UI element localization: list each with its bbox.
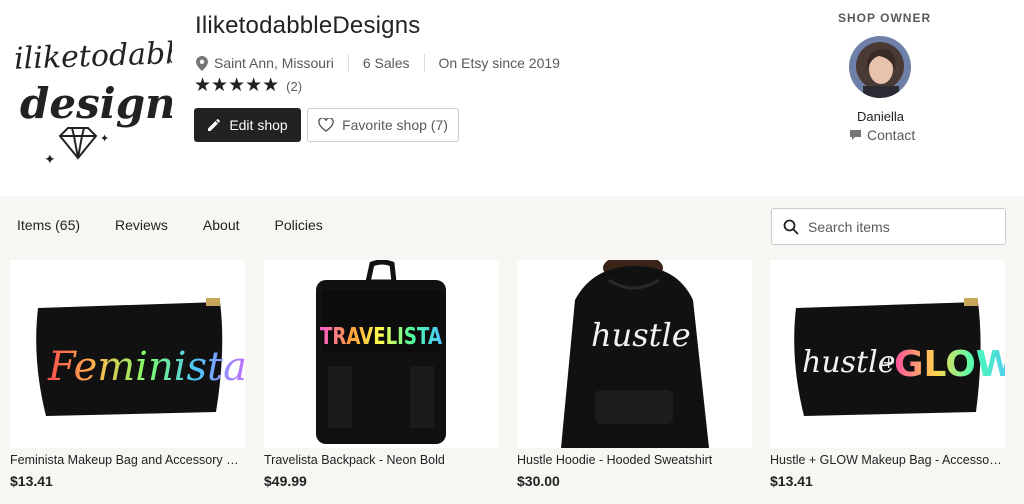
tab-items[interactable]: Items (65) [17, 217, 80, 233]
tab-policies[interactable]: Policies [275, 217, 323, 233]
diamond-icon [58, 127, 98, 160]
search-icon [783, 219, 799, 235]
logo-line2: designs [20, 79, 172, 128]
logo-line1: iliketodabble [14, 35, 172, 77]
shop-location: Saint Ann, Missouri [214, 55, 334, 71]
shop-tabs: Items (65) Reviews About Policies [17, 217, 358, 233]
shop-meta: Saint Ann, Missouri 6 Sales On Etsy sinc… [196, 54, 560, 72]
contact-owner-link[interactable]: Contact [849, 127, 915, 143]
listing-title[interactable]: Hustle Hoodie - Hooded Sweatshirt [517, 453, 749, 467]
listing-card[interactable]: hustle + GLOW Hustle + GLOW Makeup Bag -… [770, 260, 1005, 504]
shop-since: On Etsy since 2019 [438, 55, 560, 71]
heart-icon [318, 118, 334, 132]
shop-name: IliketodabbleDesigns [195, 12, 421, 39]
listing-image[interactable]: hustle + GLOW [770, 260, 1005, 448]
listing-price: $13.41 [10, 473, 53, 489]
shop-header: iliketodabble designs ✦ ✦ IliketodabbleD… [0, 0, 1024, 196]
listing-art-text: Feminista [47, 344, 245, 390]
shop-rating[interactable]: ★★★★★ (2) [194, 76, 302, 96]
listing-art-text: GLOW [894, 344, 1005, 385]
pencil-icon [208, 119, 221, 131]
svg-text:✦: ✦ [100, 133, 109, 145]
listing-title[interactable]: Hustle + GLOW Makeup Bag - Accessory Pou… [770, 453, 1002, 467]
tab-about[interactable]: About [203, 217, 240, 233]
listing-image[interactable]: TRAVELISTA [264, 260, 499, 448]
listing-price: $13.41 [770, 473, 813, 489]
favorite-shop-button[interactable]: Favorite shop (7) [307, 108, 459, 142]
shop-logo: iliketodabble designs ✦ ✦ [12, 14, 213, 174]
meta-divider [347, 54, 349, 72]
listing-image[interactable]: Feminista [10, 260, 245, 448]
listing-card[interactable]: TRAVELISTA Travelista Backpack - Neon Bo… [264, 260, 499, 504]
owner-name[interactable]: Daniella [857, 109, 904, 124]
search-box[interactable] [771, 208, 1006, 245]
shop-sales[interactable]: 6 Sales [363, 55, 410, 71]
listing-price: $49.99 [264, 473, 307, 489]
search-input[interactable] [808, 218, 988, 235]
rating-count: (2) [286, 78, 303, 94]
listing-title[interactable]: Feminista Makeup Bag and Accessory Pouch [10, 453, 242, 467]
svg-text:✦: ✦ [44, 151, 56, 167]
message-icon [850, 130, 861, 140]
meta-divider [423, 54, 425, 72]
owner-avatar[interactable] [849, 36, 911, 98]
location-pin-icon [196, 55, 208, 71]
listing-card[interactable]: Feminista Feminista Makeup Bag and Acces… [10, 260, 245, 504]
tab-reviews[interactable]: Reviews [115, 217, 168, 233]
edit-shop-button[interactable]: Edit shop [194, 108, 301, 142]
listing-card[interactable]: hustle Hustle Hoodie - Hooded Sweatshirt… [517, 260, 752, 504]
listing-price: $30.00 [517, 473, 560, 489]
shop-owner-heading: SHOP OWNER [838, 11, 932, 25]
listing-title[interactable]: Travelista Backpack - Neon Bold [264, 453, 496, 467]
favorite-shop-label: Favorite shop (7) [342, 117, 448, 133]
listing-art-text: hustle [591, 316, 691, 354]
contact-label: Contact [867, 127, 916, 143]
star-rating-icon: ★★★★★ [194, 75, 280, 96]
listing-art-text: TRAVELISTA [320, 324, 442, 350]
listing-image[interactable]: hustle [517, 260, 752, 448]
edit-shop-label: Edit shop [229, 117, 288, 133]
